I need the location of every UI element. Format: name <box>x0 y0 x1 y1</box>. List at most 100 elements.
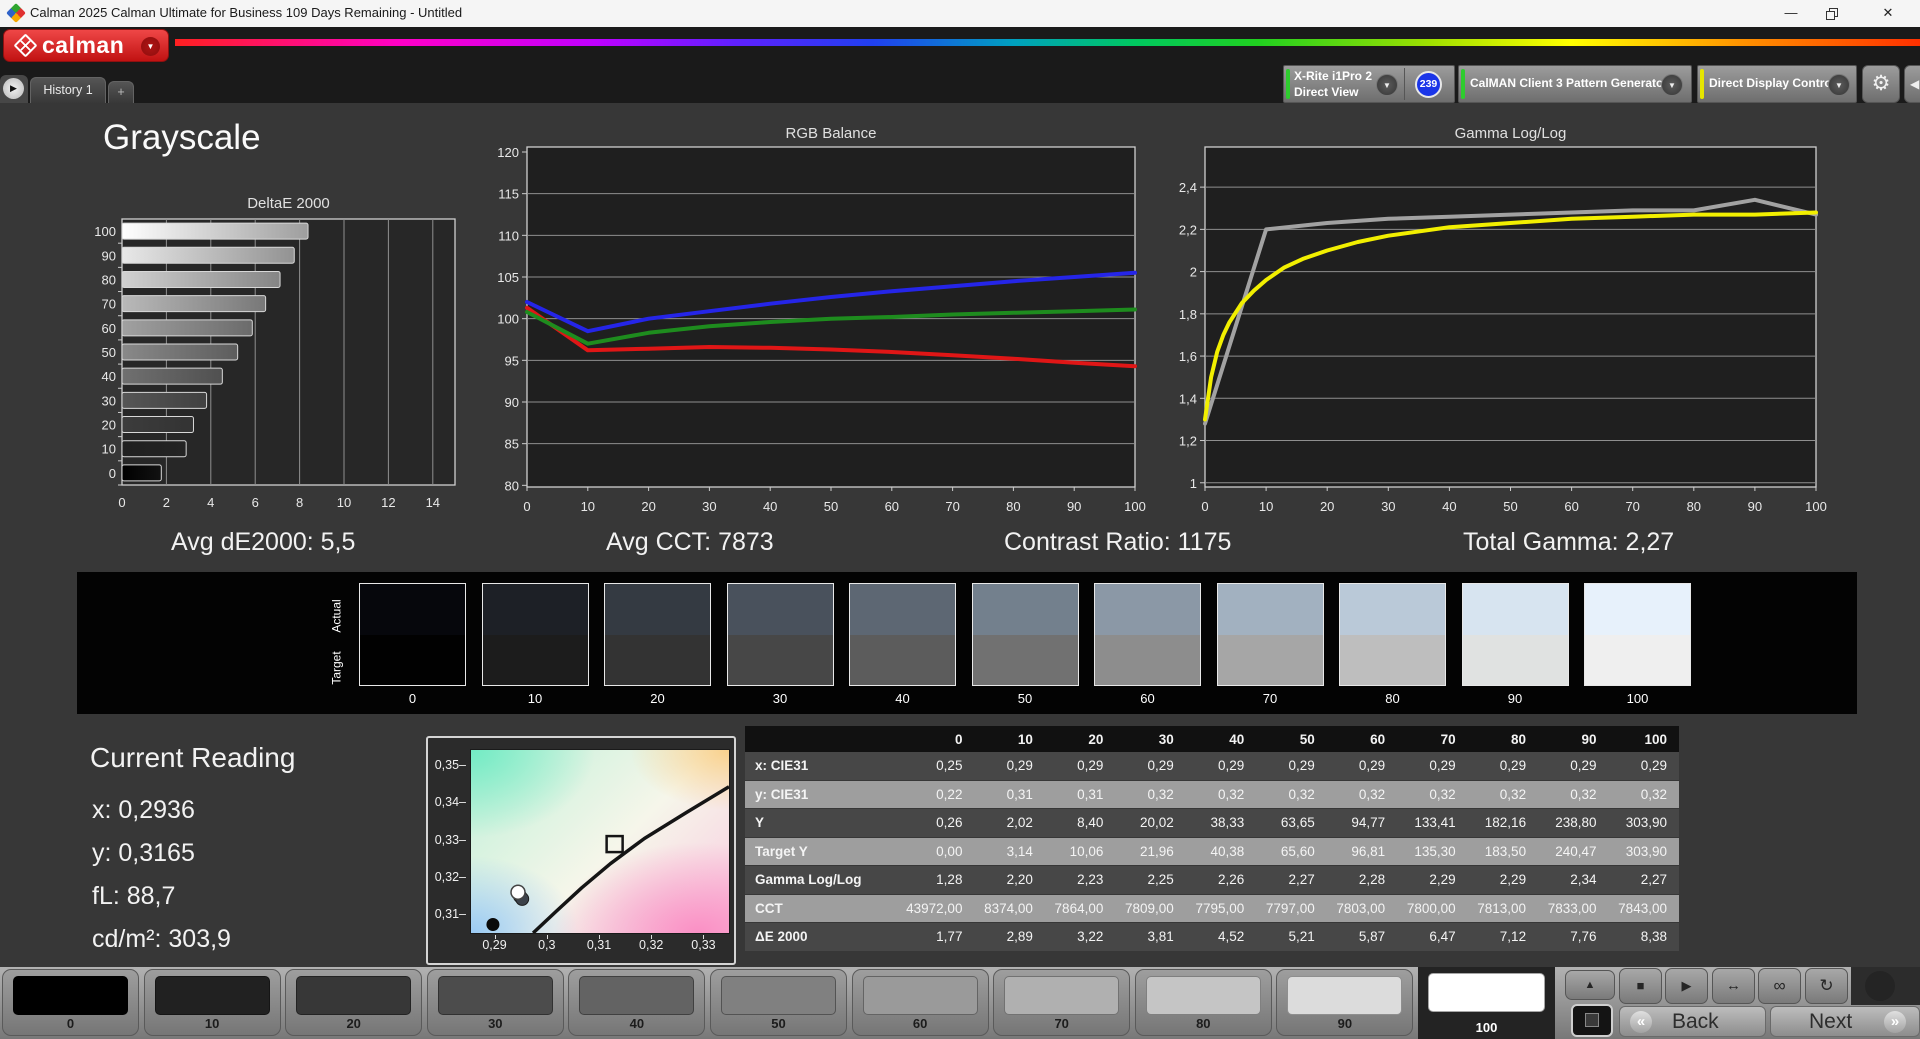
svg-text:70: 70 <box>1625 499 1639 514</box>
grayscale-swatch-50 <box>971 583 1079 686</box>
pattern-generator-dropdown-icon[interactable]: ▼ <box>1661 74 1683 96</box>
table-cell: 7809,00 <box>1125 900 1174 916</box>
table-cell: 7803,00 <box>1336 900 1386 916</box>
pattern-patch-button-30[interactable]: 30 <box>426 969 564 1036</box>
up-arrow-icon: ▲ <box>1584 979 1596 991</box>
pattern-patch-button-40[interactable]: 40 <box>568 969 706 1036</box>
cie-x-tick <box>494 935 496 939</box>
stat-contrast-ratio: Contrast Ratio: 1175 <box>1004 528 1232 556</box>
table-row-label: ΔE 2000 <box>755 929 808 945</box>
meter-count-badge[interactable]: 239 <box>1415 71 1442 98</box>
svg-text:115: 115 <box>498 187 519 202</box>
svg-text:40: 40 <box>1442 499 1456 514</box>
svg-text:10: 10 <box>1259 499 1273 514</box>
svg-text:10: 10 <box>102 442 116 457</box>
svg-text:95: 95 <box>505 353 519 368</box>
add-tab-button[interactable]: + <box>108 81 134 103</box>
svg-text:90: 90 <box>1067 499 1081 514</box>
patch-color-chip <box>862 976 978 1015</box>
table-cell: 0,32 <box>1429 786 1456 802</box>
patch-window-button[interactable] <box>1571 1004 1613 1037</box>
calman-menu-button[interactable]: calman ▼ <box>3 29 169 62</box>
patch-color-chip <box>1428 973 1545 1012</box>
svg-text:DeltaE 2000: DeltaE 2000 <box>247 195 330 212</box>
single-measure-button[interactable]: ▶ <box>1665 968 1708 1004</box>
pattern-patch-button-80[interactable]: 80 <box>1134 969 1272 1036</box>
session-play-icon[interactable]: ▶ <box>3 78 24 99</box>
pattern-generator-dropdown[interactable]: CalMAN Client 3 Pattern Generator ▼ <box>1458 65 1692 103</box>
minimize-button[interactable]: — <box>1773 0 1809 26</box>
range-measure-button[interactable]: ↔ <box>1712 968 1755 1004</box>
settings-button[interactable]: ⚙ <box>1862 65 1900 103</box>
cie-x-tick-label: 0,33 <box>691 938 716 952</box>
tab-history-1[interactable]: History 1 <box>30 77 106 103</box>
table-cell: 0,26 <box>936 815 963 831</box>
table-cell: 7,76 <box>1570 929 1597 945</box>
cie-y-tick-label: 0,33– <box>434 832 466 847</box>
infinity-icon: ∞ <box>1773 976 1786 995</box>
cie-x-tick <box>703 935 705 939</box>
svg-text:90: 90 <box>102 248 116 263</box>
meter-dropdown[interactable]: X-Rite i1Pro 2 Direct View ▼ 239 <box>1283 65 1455 103</box>
swatch-level-label: 60 <box>1140 691 1155 706</box>
session-play-tab[interactable]: ▶ <box>0 75 28 103</box>
grayscale-swatch-20 <box>604 583 711 686</box>
deltae-bar-chart: DeltaE 2000 0 2 4 6 8 10 12 14 0 10 20 30 40 50 60 70 80 9… <box>94 195 456 507</box>
continuous-measure-button[interactable]: ∞ <box>1758 968 1801 1004</box>
patch-color-chip <box>721 976 836 1015</box>
grayscale-swatch-30 <box>726 583 834 686</box>
table-cell: 7843,00 <box>1618 900 1667 916</box>
pattern-patch-button-70[interactable]: 70 <box>993 969 1131 1036</box>
table-cell: 303,90 <box>1625 843 1667 859</box>
pattern-patch-button-50[interactable]: 50 <box>710 969 847 1036</box>
actual-patch <box>1585 584 1690 635</box>
table-cell: 5,21 <box>1288 929 1315 945</box>
back-button[interactable]: « Back <box>1619 1006 1766 1037</box>
target-patch <box>1217 634 1323 685</box>
svg-text:0: 0 <box>118 495 125 507</box>
svg-text:100: 100 <box>1124 499 1146 514</box>
next-button[interactable]: Next » <box>1770 1006 1920 1037</box>
calman-dropdown-icon[interactable]: ▼ <box>141 37 160 56</box>
pattern-patch-bar: 0 10 20 30 40 50 60 70 80 90 100 ▲ ■ ▶ ↔ ∞ ↻ « Bac… <box>0 967 1920 1039</box>
svg-text:40: 40 <box>102 369 116 384</box>
table-cell: 0,31 <box>1006 786 1033 802</box>
table-cell: 135,30 <box>1414 843 1456 859</box>
table-cell: 2,27 <box>1288 872 1315 888</box>
pattern-patch-button-90[interactable]: 90 <box>1276 969 1414 1036</box>
restore-button[interactable] <box>1816 0 1852 26</box>
display-control-dropdown-icon[interactable]: ▼ <box>1828 74 1850 96</box>
svg-text:1,8: 1,8 <box>1179 307 1197 322</box>
table-cell: 2,27 <box>1640 872 1667 888</box>
table-cell: 0,22 <box>936 786 963 802</box>
stop-measure-button[interactable]: ■ <box>1619 968 1662 1004</box>
pattern-patch-button-60[interactable]: 60 <box>851 969 989 1036</box>
grayscale-swatch-40 <box>849 583 956 686</box>
svg-text:110: 110 <box>498 228 519 243</box>
refresh-measure-button[interactable]: ↻ <box>1805 968 1848 1004</box>
pattern-patch-button-10[interactable]: 10 <box>143 969 281 1036</box>
table-cell: 20,02 <box>1140 815 1174 831</box>
collapse-panel-button[interactable]: ◀ <box>1904 65 1920 103</box>
svg-text:20: 20 <box>1320 499 1334 514</box>
table-row-label: Gamma Log/Log <box>755 872 862 888</box>
patch-window-icon <box>1585 1013 1599 1027</box>
display-control-label: Direct Display Control <box>1709 76 1836 90</box>
table-cell: 0,29 <box>1006 758 1033 774</box>
pattern-patch-button-0[interactable]: 0 <box>2 969 139 1036</box>
table-cell: 65,60 <box>1280 843 1315 859</box>
target-patch <box>482 634 588 685</box>
cie-y-tick-label: 0,32– <box>434 869 466 884</box>
pattern-patch-button-20[interactable]: 20 <box>285 969 423 1036</box>
pattern-patch-button-100[interactable]: 100 <box>1418 967 1555 1039</box>
svg-text:105: 105 <box>497 270 519 285</box>
close-button[interactable]: ✕ <box>1870 0 1906 26</box>
meter-dropdown-icon[interactable]: ▼ <box>1376 74 1398 96</box>
svg-text:1,6: 1,6 <box>1179 349 1197 364</box>
table-header-cell: 80 <box>1511 731 1527 747</box>
svg-text:12: 12 <box>381 495 395 507</box>
current-reading-fl: fL: 88,7 <box>92 882 176 910</box>
display-control-dropdown[interactable]: Direct Display Control ▼ <box>1697 65 1857 103</box>
patch-bar-expand-button[interactable]: ▲ <box>1565 970 1615 1000</box>
target-patch <box>1462 634 1568 685</box>
